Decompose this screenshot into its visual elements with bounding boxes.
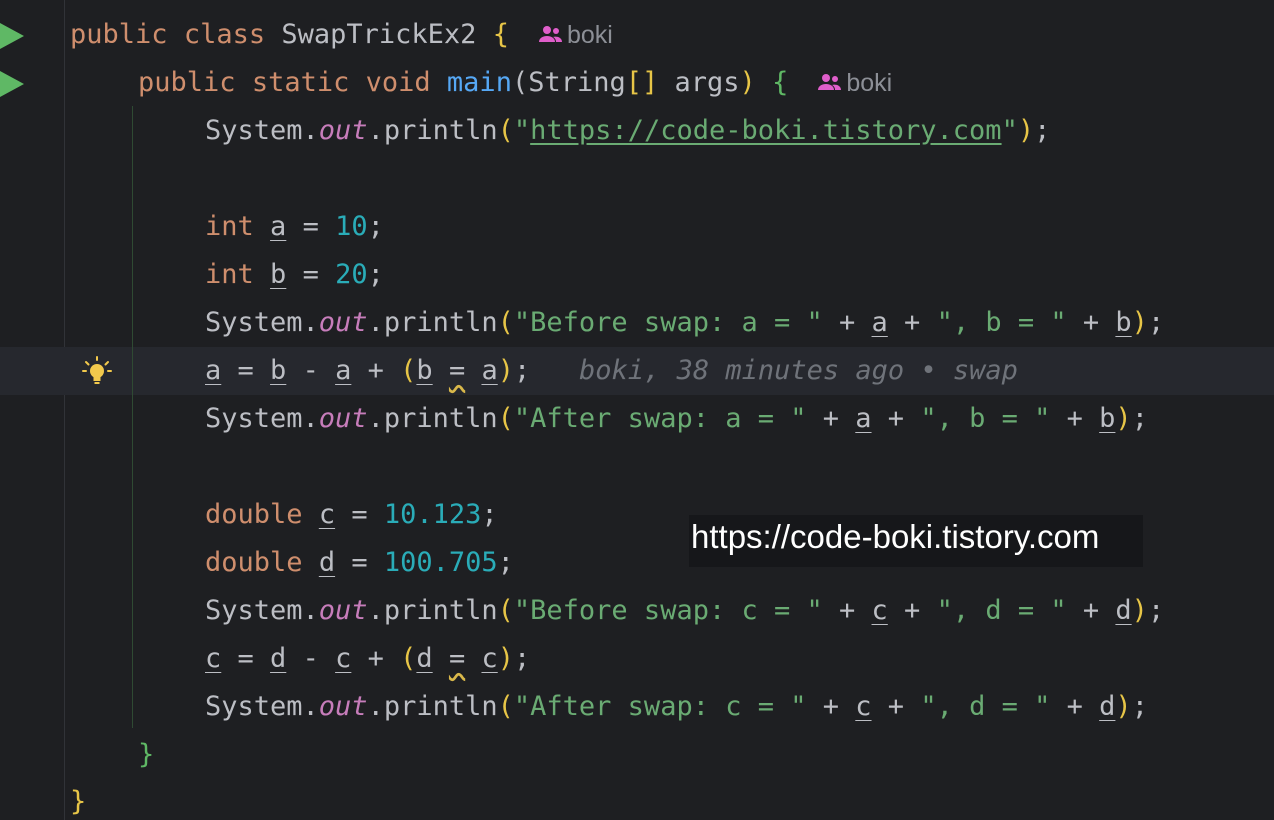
- code-line-print-before-ab[interactable]: System.out.println("Before swap: a = " +…: [0, 299, 1274, 347]
- code-text: public class SwapTrickEx2 {boki: [70, 19, 613, 50]
- code-line-swap-ab[interactable]: a = b - a + (b = a); boki, 38 minutes ag…: [0, 347, 1274, 395]
- code-line-close-method[interactable]: }: [0, 731, 1274, 779]
- code-text: System.out.println("After swap: c = " + …: [205, 691, 1148, 722]
- code-text: public static void main(String[] args) {…: [138, 67, 893, 98]
- closing-brace: }: [138, 739, 155, 770]
- closing-brace: }: [70, 786, 87, 817]
- code-line-print-after-ab[interactable]: System.out.println("After swap: a = " + …: [0, 395, 1274, 443]
- code-line-print-before-cd[interactable]: System.out.println("Before swap: c = " +…: [0, 587, 1274, 635]
- code-text: double c = 10.123;: [205, 499, 498, 530]
- run-main-icon[interactable]: [0, 71, 24, 97]
- git-blame-annotation[interactable]: boki, 38 minutes ago • swap: [579, 355, 1018, 386]
- code-text: System.out.println("Before swap: c = " +…: [205, 595, 1165, 626]
- users-icon: [538, 26, 562, 43]
- code-line-int-a[interactable]: int a = 10;: [0, 203, 1274, 251]
- run-class-icon[interactable]: [0, 23, 24, 49]
- assignment-warning[interactable]: =: [449, 643, 465, 674]
- code-line-print-url[interactable]: System.out.println("https://code-boki.ti…: [0, 107, 1274, 155]
- code-line-class-declaration[interactable]: public class SwapTrickEx2 {boki: [0, 11, 1274, 59]
- code-text: System.out.println("https://code-boki.ti…: [205, 115, 1051, 146]
- code-line-int-b[interactable]: int b = 20;: [0, 251, 1274, 299]
- code-editor[interactable]: public class SwapTrickEx2 {boki public s…: [0, 0, 1274, 820]
- code-line-swap-cd[interactable]: c = d - c + (d = c);: [0, 635, 1274, 683]
- assignment-warning[interactable]: =: [449, 355, 465, 386]
- code-line-print-after-cd[interactable]: System.out.println("After swap: c = " + …: [0, 683, 1274, 731]
- code-text: System.out.println("Before swap: a = " +…: [205, 307, 1165, 338]
- code-text: double d = 100.705;: [205, 547, 514, 578]
- code-text: int a = 10;: [205, 211, 384, 242]
- code-text: c = d - c + (d = c);: [205, 643, 531, 674]
- watermark-url: https://code-boki.tistory.com: [689, 515, 1143, 567]
- code-text: a = b - a + (b = a); boki, 38 minutes ag…: [205, 355, 1018, 386]
- code-text: System.out.println("After swap: a = " + …: [205, 403, 1148, 434]
- code-line-main-method[interactable]: public static void main(String[] args) {…: [0, 59, 1274, 107]
- users-icon: [818, 74, 842, 91]
- code-text: int b = 20;: [205, 259, 384, 290]
- url-link[interactable]: https://code-boki.tistory.com: [530, 115, 1001, 146]
- author-inlay[interactable]: boki: [538, 21, 613, 49]
- code-line-close-class[interactable]: }: [0, 778, 1274, 820]
- author-inlay[interactable]: boki: [818, 69, 892, 97]
- lightbulb-icon[interactable]: [82, 356, 112, 386]
